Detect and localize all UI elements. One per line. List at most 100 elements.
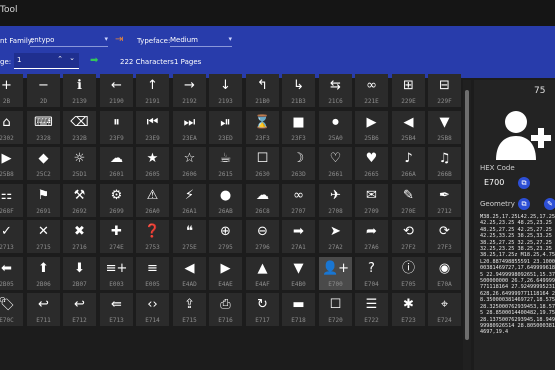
glyph-tile[interactable]: ◀ E4AD	[173, 257, 206, 290]
glyph-tile[interactable]: ℹ 2139	[63, 74, 96, 107]
glyph-tile[interactable]: ☕ 2615	[209, 147, 242, 180]
scrollbar-thumb[interactable]	[465, 90, 469, 340]
glyph-tile[interactable]: ☐ E720	[319, 293, 352, 326]
glyph-tile[interactable]: ⓘ E705	[392, 257, 425, 290]
glyph-tile[interactable]: ⊟ 229F	[428, 74, 461, 107]
glyph-tile[interactable]: ✎ 270E	[392, 184, 425, 217]
glyph-tile[interactable]: ⬅ 2B05	[0, 257, 23, 290]
chevron-down-icon[interactable]: ⌄	[69, 54, 75, 62]
glyph-tile[interactable]: ⏯ 23ED	[209, 111, 242, 144]
glyph-tile[interactable]: ⏮ 23E9	[136, 111, 169, 144]
glyph-tile[interactable]: ✓ 2713	[0, 220, 23, 253]
glyph-tile[interactable]: − 2D	[27, 74, 60, 107]
glyph-tile[interactable]: ⏺ 25A0	[319, 111, 352, 144]
glyph-tile[interactable]: ⏭ 23EA	[173, 111, 206, 144]
glyph-tile[interactable]: 👤+ E700	[319, 257, 352, 290]
page-input[interactable]: 1 ⌃ ⌄	[14, 53, 79, 69]
open-font-icon[interactable]: ⇥	[115, 35, 123, 45]
glyph-tile[interactable]: ⬆ 2B06	[27, 257, 60, 290]
glyph-tile[interactable]: ♡ 2661	[319, 147, 352, 180]
glyph-tile[interactable]: +2B	[0, 74, 23, 107]
glyph-tile[interactable]: ➤ 27A2	[319, 220, 352, 253]
glyph-tile[interactable]: ✕ 2715	[27, 220, 60, 253]
glyph-tile[interactable]: ⚑ 2691	[27, 184, 60, 217]
font-family-select[interactable]: entypo ▾	[30, 33, 108, 47]
glyph-tile[interactable]: ⟲ 27F2	[392, 220, 425, 253]
glyph-tile[interactable]: ▶ E4AE	[209, 257, 242, 290]
glyph-tile[interactable]: ▶ 25B8	[0, 147, 23, 180]
glyph-tile[interactable]: ⌂ 2302	[0, 111, 23, 144]
glyph-tile[interactable]: ↓ 2193	[209, 74, 242, 107]
glyph-tile[interactable]: ⌫ 232B	[63, 111, 96, 144]
glyph-tile[interactable]: ♪ 266A	[392, 147, 425, 180]
glyph-tile[interactable]: ☁ 26C8	[246, 184, 279, 217]
glyph-tile[interactable]: ❓ 2753	[136, 220, 169, 253]
glyph-tile[interactable]: ▲ E4AF	[246, 257, 279, 290]
glyph-tile[interactable]: ↑ 2191	[136, 74, 169, 107]
glyph-tile[interactable]: ⚡ 26A1	[173, 184, 206, 217]
glyph-tile[interactable]: ✚ 274E	[100, 220, 133, 253]
glyph-tile[interactable]: ↻ E717	[246, 293, 279, 326]
glyph-tile[interactable]: → 2192	[173, 74, 206, 107]
glyph-tile[interactable]: 🏷 E70C	[0, 293, 23, 326]
glyph-tile[interactable]: ❝ 275E	[173, 220, 206, 253]
go-arrow-icon[interactable]: ➡	[90, 56, 98, 66]
copy-geometry-button[interactable]: ⧉	[518, 198, 530, 210]
glyph-tile[interactable]: ◉ E70A	[428, 257, 461, 290]
glyph-tile[interactable]: ■ 23F3	[282, 111, 315, 144]
glyph-tile[interactable]: ∞ 221E	[355, 74, 388, 107]
glyph-tile[interactable]: ? E704	[355, 257, 388, 290]
edit-geometry-button[interactable]: ✎	[544, 198, 555, 210]
glyph-tile[interactable]: ▼ 25B8	[428, 111, 461, 144]
glyph-tile[interactable]: ◀ 25B4	[392, 111, 425, 144]
copy-hex-button[interactable]: ⧉	[518, 177, 530, 189]
glyph-tile[interactable]: ✉ 2709	[355, 184, 388, 217]
glyph-tile[interactable]: ☰ E722	[355, 293, 388, 326]
glyph-tile[interactable]: ➡ 27A1	[282, 220, 315, 253]
glyph-tile[interactable]: ✈ 2708	[319, 184, 352, 217]
glyph-tile[interactable]: ⊕ 2795	[209, 220, 242, 253]
glyph-tile[interactable]: ☼ 25D1	[63, 147, 96, 180]
glyph-tile[interactable]: ← 2190	[100, 74, 133, 107]
glyph-tile[interactable]: ‹› E714	[136, 293, 169, 326]
glyph-tile[interactable]: ✒ 2712	[428, 184, 461, 217]
glyph-tile[interactable]: ☁ 2601	[100, 147, 133, 180]
glyph-tile[interactable]: ✖ 2716	[63, 220, 96, 253]
glyph-tile[interactable]: ⚒ 2692	[63, 184, 96, 217]
glyph-tile[interactable]: ☽ 263D	[282, 147, 315, 180]
glyph-tile[interactable]: ☐ 2630	[246, 147, 279, 180]
glyph-tile[interactable]: ↰ 21B0	[246, 74, 279, 107]
glyph-tile[interactable]: ✱ E723	[392, 293, 425, 326]
glyph-tile[interactable]: ⟳ 27F3	[428, 220, 461, 253]
glyph-tile[interactable]: ▶ 25B6	[355, 111, 388, 144]
glyph-tile[interactable]: ⇪ E715	[173, 293, 206, 326]
glyph-tile[interactable]: ◆ 25C2	[27, 147, 60, 180]
glyph-tile[interactable]: ≡ E005	[136, 257, 169, 290]
glyph-tile[interactable]: ⊞ 229E	[392, 74, 425, 107]
glyph-tile[interactable]: ♥ 2665	[355, 147, 388, 180]
glyph-tile[interactable]: ⬇ 2B07	[63, 257, 96, 290]
chevron-up-icon[interactable]: ⌃	[57, 55, 63, 63]
glyph-tile[interactable]: ⚙ 2699	[100, 184, 133, 217]
glyph-tile[interactable]: ⏸ 23F9	[100, 111, 133, 144]
glyph-tile[interactable]: ≡+ E003	[100, 257, 133, 290]
glyph-tile[interactable]: ⇆ 21C6	[319, 74, 352, 107]
glyph-tile[interactable]: ➦ 27A6	[355, 220, 388, 253]
glyph-tile[interactable]: ⌛ 23F3	[246, 111, 279, 144]
glyph-tile[interactable]: ⊖ 2796	[246, 220, 279, 253]
glyph-tile[interactable]: ☆ 2606	[173, 147, 206, 180]
glyph-tile[interactable]: ⇚ E713	[100, 293, 133, 326]
glyph-tile[interactable]: ♫ 266B	[428, 147, 461, 180]
glyph-tile[interactable]: ⚠ 26A0	[136, 184, 169, 217]
glyph-tile[interactable]: ↩ E711	[27, 293, 60, 326]
glyph-tile[interactable]: ★ 2605	[136, 147, 169, 180]
glyph-tile[interactable]: ⎙ E716	[209, 293, 242, 326]
glyph-tile[interactable]: ↩ E712	[63, 293, 96, 326]
glyph-tile[interactable]: ● 26AB	[209, 184, 242, 217]
glyph-tile[interactable]: ⚏ 268F	[0, 184, 23, 217]
typeface-select[interactable]: Medium ▾	[170, 33, 232, 47]
glyph-tile[interactable]: ▬ E718	[282, 293, 315, 326]
glyph-tile[interactable]: ∞ 2707	[282, 184, 315, 217]
glyph-tile[interactable]: ⌨ 2328	[27, 111, 60, 144]
glyph-tile[interactable]: ↳ 21B3	[282, 74, 315, 107]
